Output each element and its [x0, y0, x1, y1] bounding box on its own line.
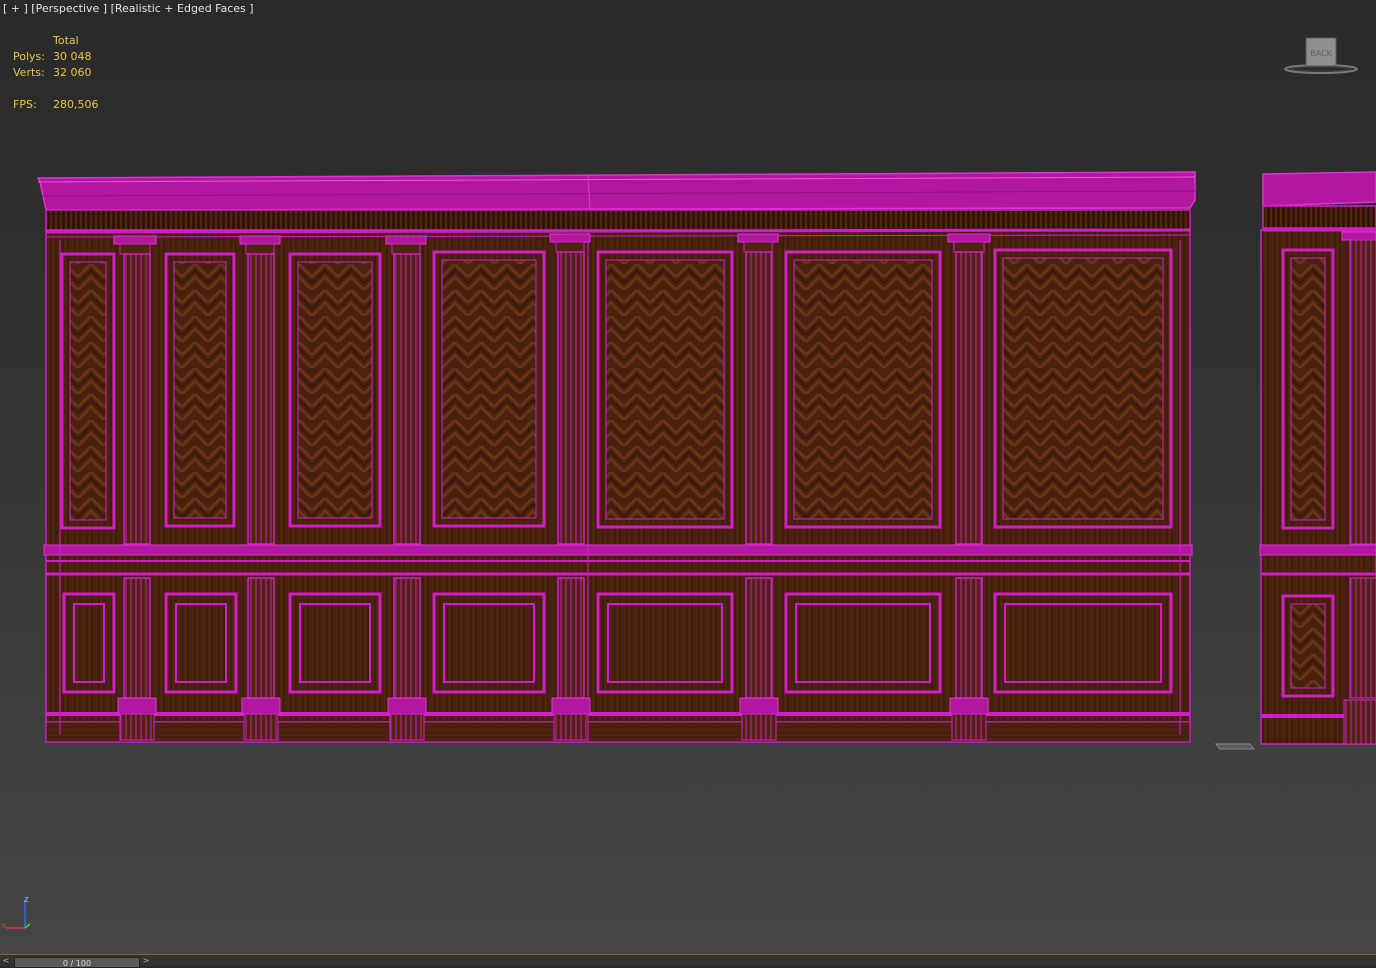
second-wall-lower-panel: [1290, 603, 1326, 689]
baseboard: [45, 721, 1191, 743]
viewcube-ring-inner: [1290, 66, 1352, 72]
lower-panel[interactable]: [596, 592, 734, 694]
fps-label: FPS:: [13, 98, 37, 111]
upper-panel[interactable]: [432, 250, 546, 528]
fps-value: 280,506: [53, 98, 99, 111]
second-wall-upper-panel: [1290, 257, 1326, 521]
polys-value: 30 048: [53, 50, 92, 63]
second-wall-capital: [1341, 231, 1376, 241]
z-axis-label: z: [24, 895, 29, 905]
verts-value: 32 060: [53, 66, 92, 79]
main-wall[interactable]: [36, 171, 1196, 743]
wall-panel-model[interactable]: [0, 160, 1376, 760]
second-wall-pilaster: [1349, 239, 1376, 545]
second-wall-partial[interactable]: [1259, 171, 1376, 745]
lower-panel[interactable]: [164, 592, 238, 694]
upper-panel[interactable]: [784, 250, 942, 529]
viewcube[interactable]: BACK: [1284, 36, 1364, 78]
upper-panel[interactable]: [288, 252, 382, 528]
upper-panel[interactable]: [60, 252, 116, 530]
previous-frame-button[interactable]: <: [0, 956, 12, 965]
frieze-lower-molding: [45, 228, 1191, 234]
viewport-label-menu: [ + ] [Perspective ] [Realistic + Edged …: [3, 2, 254, 15]
second-wall-frieze: [1262, 205, 1376, 229]
time-slider-bar[interactable]: < 0 / 100 >: [0, 954, 1376, 968]
x-axis-label: x: [1, 921, 7, 931]
lower-panel[interactable]: [432, 592, 546, 694]
second-wall-pilaster-lower: [1349, 577, 1376, 699]
chair-rail: [43, 544, 1193, 556]
viewport-plus-menu[interactable]: [ + ]: [3, 2, 28, 15]
second-wall-pilaster-base: [1343, 699, 1376, 745]
ground-object[interactable]: [1214, 743, 1256, 750]
polys-label: Polys:: [13, 50, 45, 63]
second-wall-chair-rail: [1259, 544, 1376, 556]
lower-panel[interactable]: [784, 592, 942, 694]
lower-panel[interactable]: [288, 592, 382, 694]
axis-gizmo: z x: [1, 895, 31, 931]
time-slider[interactable]: 0 / 100: [14, 957, 140, 968]
stats-header: Total: [53, 34, 79, 47]
lower-panel[interactable]: [993, 592, 1173, 694]
verts-label: Verts:: [13, 66, 45, 79]
perspective-viewport[interactable]: [ + ] [Perspective ] [Realistic + Edged …: [0, 0, 1376, 955]
second-wall-cornice: [1262, 171, 1376, 207]
upper-panel[interactable]: [596, 250, 734, 529]
upper-panel[interactable]: [993, 248, 1173, 529]
next-frame-button[interactable]: >: [140, 956, 152, 965]
viewport-shading-menu[interactable]: [Realistic + Edged Faces ]: [111, 2, 254, 15]
viewport-view-menu[interactable]: [Perspective ]: [31, 2, 107, 15]
upper-panel[interactable]: [164, 252, 236, 528]
viewcube-face-label: BACK: [1310, 49, 1332, 58]
frieze: [45, 209, 1191, 231]
